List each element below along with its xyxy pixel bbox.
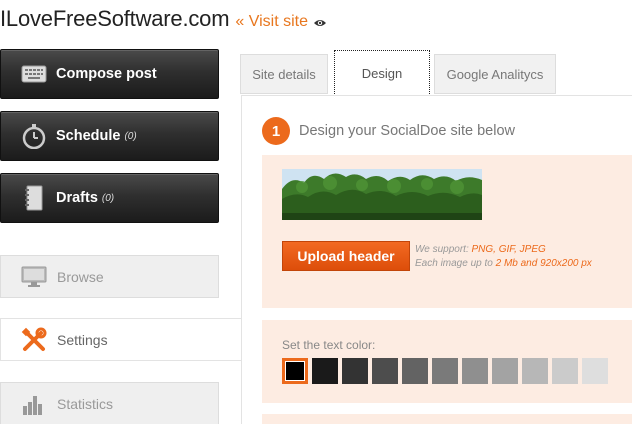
sidebar-item-label: Statistics bbox=[57, 395, 114, 412]
size-prefix: Each image up to bbox=[415, 258, 496, 269]
tab-site-details[interactable]: Site details bbox=[240, 54, 328, 94]
upload-header-button[interactable]: Upload header bbox=[282, 241, 410, 271]
color-swatch[interactable] bbox=[282, 358, 308, 384]
supported-formats: PNG, GIF, JPEG bbox=[471, 244, 546, 255]
schedule-label: Schedule bbox=[56, 128, 121, 144]
color-swatch[interactable] bbox=[432, 358, 458, 384]
text-color-section: Set the text color: bbox=[262, 320, 632, 403]
header-image-preview bbox=[282, 169, 482, 220]
color-swatch[interactable] bbox=[552, 358, 578, 384]
drafts-label: Drafts bbox=[56, 190, 98, 206]
sidebar-item-label: Browse bbox=[57, 268, 104, 285]
step-heading: 1 Design your SocialDoe site below bbox=[262, 117, 515, 145]
tab-google-analytics[interactable]: Google Analitycs bbox=[434, 54, 556, 94]
step-title: Design your SocialDoe site below bbox=[299, 123, 515, 139]
color-swatch[interactable] bbox=[522, 358, 548, 384]
keyboard-icon bbox=[21, 61, 47, 87]
color-swatch[interactable] bbox=[492, 358, 518, 384]
color-swatch[interactable] bbox=[402, 358, 428, 384]
header-upload-section: Upload header We support: PNG, GIF, JPEG… bbox=[262, 155, 632, 308]
notebook-icon bbox=[21, 185, 47, 211]
drafts-count: (0) bbox=[101, 192, 115, 204]
sidebar-item-label: Settings bbox=[57, 331, 108, 348]
support-prefix: We support: bbox=[415, 244, 472, 255]
sidebar-item-statistics[interactable]: Statistics bbox=[0, 382, 219, 424]
step-number-badge: 1 bbox=[262, 117, 290, 145]
sidebar-item-browse[interactable]: Browse bbox=[0, 255, 219, 298]
size-limit: 2 Mb and 920x200 px bbox=[495, 258, 592, 269]
tools-icon bbox=[21, 327, 47, 352]
color-swatch[interactable] bbox=[582, 358, 608, 384]
site-header: ILoveFreeSoftware.com « Visit site bbox=[0, 6, 327, 36]
text-color-label: Set the text color: bbox=[282, 338, 376, 352]
color-swatch[interactable] bbox=[372, 358, 398, 384]
visit-site-link[interactable]: « Visit site bbox=[235, 13, 327, 31]
color-swatch[interactable] bbox=[312, 358, 338, 384]
compose-post-label: Compose post bbox=[56, 66, 157, 82]
compose-post-button[interactable]: Compose post bbox=[0, 49, 219, 99]
stopwatch-icon bbox=[21, 123, 47, 149]
color-swatches bbox=[282, 358, 612, 384]
site-title: ILoveFreeSoftware.com bbox=[0, 6, 230, 31]
color-swatch[interactable] bbox=[462, 358, 488, 384]
next-section-edge bbox=[262, 414, 632, 424]
drafts-button[interactable]: Drafts (0) bbox=[0, 173, 219, 223]
tab-design[interactable]: Design bbox=[334, 50, 430, 96]
upload-requirements: We support: PNG, GIF, JPEG Each image up… bbox=[415, 243, 592, 271]
schedule-button[interactable]: Schedule (0) bbox=[0, 111, 219, 161]
eye-icon bbox=[313, 20, 326, 26]
sidebar-item-settings[interactable]: Settings bbox=[0, 318, 241, 361]
visit-site-label[interactable]: « Visit site bbox=[235, 13, 308, 31]
color-swatch[interactable] bbox=[342, 358, 368, 384]
monitor-icon bbox=[21, 265, 47, 289]
bar-chart-icon bbox=[21, 392, 47, 416]
design-panel: 1 Design your SocialDoe site below Uploa… bbox=[241, 95, 632, 424]
schedule-count: (0) bbox=[124, 130, 137, 142]
